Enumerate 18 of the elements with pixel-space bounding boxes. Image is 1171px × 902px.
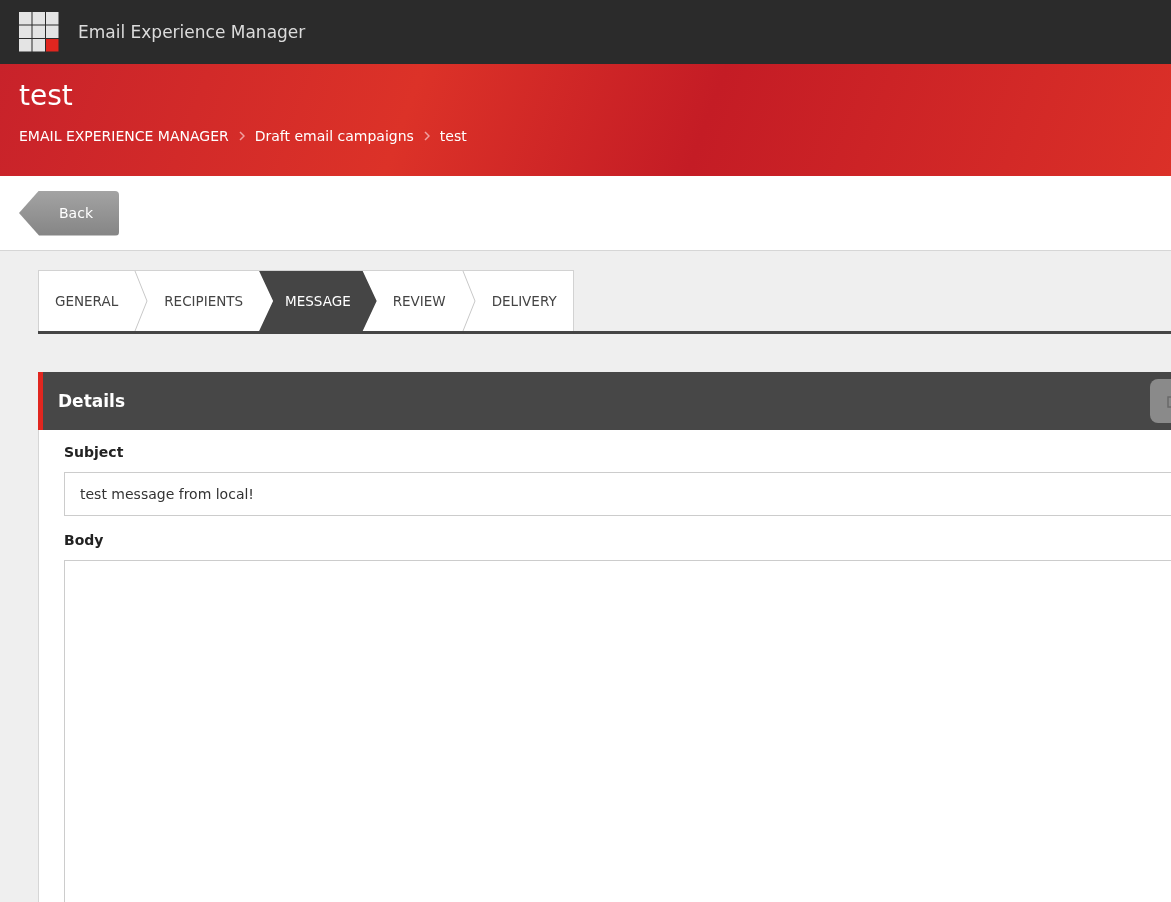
field-label: Subject <box>64 444 125 460</box>
body-field[interactable] <box>64 560 1171 902</box>
grid-logo-icon <box>19 12 59 52</box>
page-title: test <box>19 78 74 114</box>
step-tab[interactable]: DELIVERY <box>475 271 573 331</box>
subject-field[interactable]: test message from local! <box>64 472 1171 516</box>
step-tab[interactable]: RECIPIENTS <box>148 271 260 331</box>
step-tab[interactable]: MESSAGE <box>259 271 377 331</box>
field-label: Body <box>64 532 105 548</box>
chevron-icon <box>238 131 245 141</box>
step-tab[interactable]: REVIEW <box>376 271 462 331</box>
app-title: Email Experience Manager <box>78 22 306 42</box>
chevron-icon <box>423 131 430 141</box>
breadcrumb-link[interactable]: EMAIL EXPERIENCE MANAGER <box>19 128 229 144</box>
step-tab[interactable]: GENERAL <box>39 271 135 331</box>
breadcrumb-link[interactable]: Draft email campaigns <box>254 128 414 144</box>
panel-title: Details <box>58 391 125 411</box>
breadcrumb-link[interactable]: test <box>439 128 467 144</box>
